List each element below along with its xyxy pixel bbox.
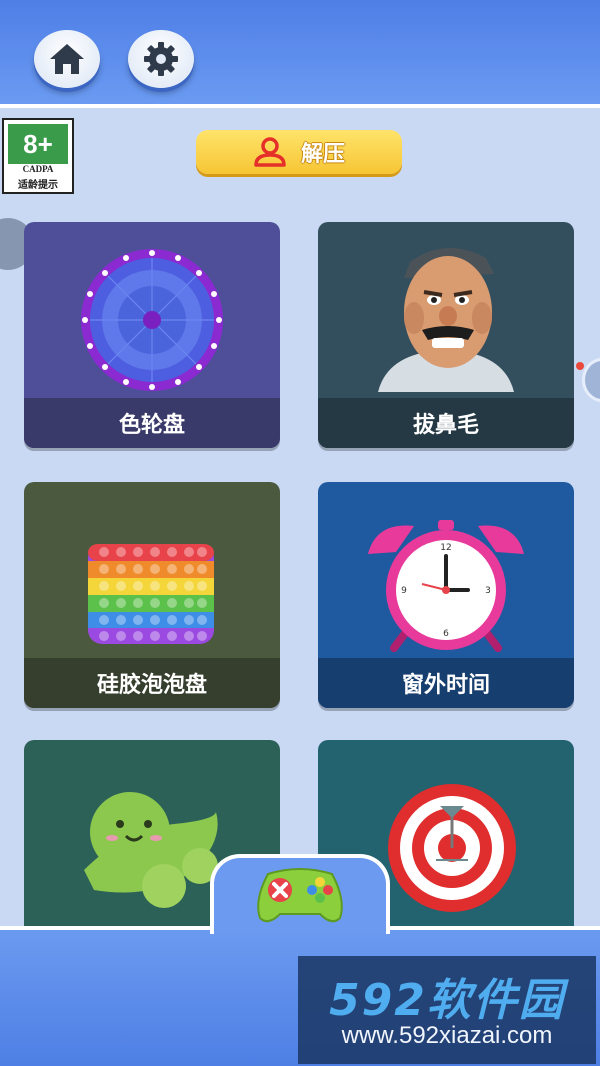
category-button[interactable]: 解压 [196,130,402,174]
color-wheel-icon [81,249,223,391]
pop-it-icon [88,544,214,644]
category-label: 解压 [300,142,345,167]
home-icon [50,44,84,74]
watermark-url: www.592xiazai.com [341,1022,553,1049]
game-card-color-wheel[interactable]: 色轮盘 [24,222,280,448]
home-button[interactable] [34,30,100,88]
game-panel: 8+ CADPA 适龄提示 解压 色轮盘 拔鼻毛 硅胶泡泡盘 12 6 9 3 … [0,108,600,926]
top-bar [0,0,600,108]
watermark-brand: 592软件园 [329,975,565,1026]
age-rating-org: CADPA [22,164,54,174]
game-card-label: 拔鼻毛 [318,398,574,448]
game-card-label: 色轮盘 [24,398,280,448]
gamepad-icon[interactable] [254,860,346,928]
game-card-alarm-clock[interactable]: 12 6 9 3 窗外时间 [318,482,574,708]
gear-icon [144,42,178,76]
side-drawer-handle-right[interactable] [582,358,600,402]
watermark: 592软件园 www.592xiazai.com [298,956,596,1064]
svg-text:3: 3 [485,586,491,596]
svg-text:12: 12 [440,543,451,553]
game-card-pop-it[interactable]: 硅胶泡泡盘 [24,482,280,708]
age-rating-note: 适龄提示 [18,180,58,191]
game-card-nose-hair[interactable]: 拔鼻毛 [318,222,574,448]
age-rating: 8+ [8,124,68,164]
person-icon [254,137,286,167]
alarm-clock-icon: 12 6 9 3 [368,520,524,652]
settings-button[interactable] [128,30,194,88]
game-card-label: 窗外时间 [318,658,574,708]
cartoon-face-icon [378,247,514,392]
game-card-label: 硅胶泡泡盘 [24,658,280,708]
svg-text:6: 6 [443,629,449,639]
age-rating-badge: 8+ CADPA 适龄提示 [2,118,74,194]
svg-text:9: 9 [401,586,407,596]
notification-dot [576,362,584,370]
